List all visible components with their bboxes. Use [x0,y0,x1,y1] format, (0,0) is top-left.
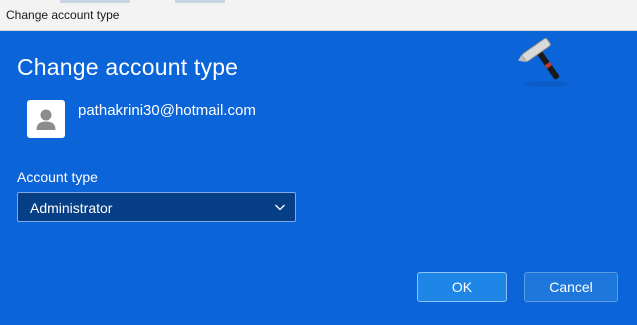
account-type-selected-value: Administrator [30,200,113,216]
window-title: Change account type [6,8,120,22]
hammer-logo-icon [516,34,576,90]
account-type-dropdown[interactable]: Administrator [17,192,296,222]
titlebar-background-artifact [60,0,130,3]
cancel-button[interactable]: Cancel [524,272,618,302]
user-icon [36,109,56,130]
chevron-down-icon [275,204,285,211]
titlebar: Change account type [0,0,637,31]
change-account-type-window: Change account type Change account type … [0,0,637,325]
ok-button[interactable]: OK [417,272,507,302]
account-type-label: Account type [17,169,98,185]
titlebar-background-artifact [175,0,225,3]
user-email: pathakrini30@hotmail.com [78,102,256,119]
avatar [27,100,65,138]
dialog-heading: Change account type [17,54,239,80]
